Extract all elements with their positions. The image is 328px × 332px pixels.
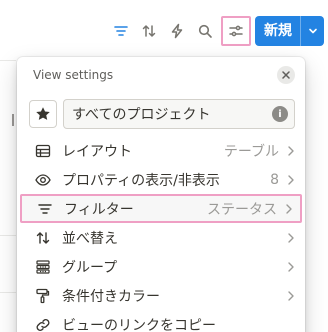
info-icon[interactable]: i <box>272 106 288 122</box>
panel-title: View settings <box>33 68 114 82</box>
view-name-input[interactable]: すべてのプロジェクト i <box>63 99 295 129</box>
paint-roller-icon <box>34 287 52 305</box>
menu-item-label: 並べ替え <box>62 230 118 247</box>
menu-item-label: 条件付きカラー <box>62 288 160 305</box>
chevron-right-icon <box>283 203 295 215</box>
link-icon <box>34 316 52 332</box>
view-name-row: すべてのプロジェクト i <box>29 99 295 129</box>
view-settings-panel: View settings すべてのプロジェクト i レイアウト テーブル プロ… <box>17 57 305 332</box>
background-glyph <box>12 114 14 126</box>
sort-icon <box>34 229 52 247</box>
star-icon <box>36 107 50 120</box>
chevron-right-icon <box>285 232 297 244</box>
menu-item-label: レイアウト <box>62 143 132 160</box>
menu-item-label: フィルター <box>64 201 134 218</box>
menu-item-group[interactable]: グループ <box>17 252 305 281</box>
menu-item-sort[interactable]: 並べ替え <box>17 223 305 252</box>
background-divider <box>0 235 16 236</box>
menu-item-filter[interactable]: フィルター ステータス <box>20 194 302 223</box>
chevron-right-icon <box>285 290 297 302</box>
filter-lines-icon[interactable] <box>107 17 135 45</box>
sort-arrows-icon[interactable] <box>135 17 163 45</box>
menu-item-label: グループ <box>62 259 118 276</box>
menu-item-copy-link[interactable]: ビューのリンクをコピー <box>17 310 305 332</box>
table-icon <box>34 142 52 160</box>
background-divider <box>0 292 16 293</box>
new-button[interactable]: 新規 <box>255 16 324 46</box>
close-icon <box>282 71 290 79</box>
search-icon[interactable] <box>191 17 219 45</box>
new-button-label: 新規 <box>264 23 292 39</box>
menu-item-conditional-color[interactable]: 条件付きカラー <box>17 281 305 310</box>
group-icon <box>34 258 52 276</box>
menu-item-value: ステータス <box>207 201 277 218</box>
filter-icon <box>36 200 54 218</box>
background-divider <box>0 60 16 61</box>
chevron-right-icon <box>285 174 297 186</box>
view-name-value: すべてのプロジェクト <box>72 107 211 123</box>
view-toolbar: 新規 <box>107 14 324 48</box>
menu-item-layout[interactable]: レイアウト テーブル <box>17 136 305 165</box>
menu-item-value: 8 <box>270 171 279 188</box>
chevron-right-icon <box>285 145 297 157</box>
lightning-icon[interactable] <box>163 17 191 45</box>
settings-menu: レイアウト テーブル プロパティの表示/非表示 8 フィルター ステータス 並べ… <box>17 136 305 332</box>
menu-item-value: テーブル <box>223 143 279 160</box>
chevron-right-icon <box>285 261 297 273</box>
chevron-down-icon[interactable] <box>301 25 324 37</box>
menu-item-properties[interactable]: プロパティの表示/非表示 8 <box>17 165 305 194</box>
menu-item-label: プロパティの表示/非表示 <box>62 172 220 189</box>
sliders-icon[interactable] <box>221 16 251 46</box>
menu-item-label: ビューのリンクをコピー <box>62 317 216 332</box>
eye-icon <box>34 171 52 189</box>
close-button[interactable] <box>277 66 295 84</box>
panel-header: View settings <box>17 57 305 93</box>
view-icon-button[interactable] <box>29 100 57 128</box>
